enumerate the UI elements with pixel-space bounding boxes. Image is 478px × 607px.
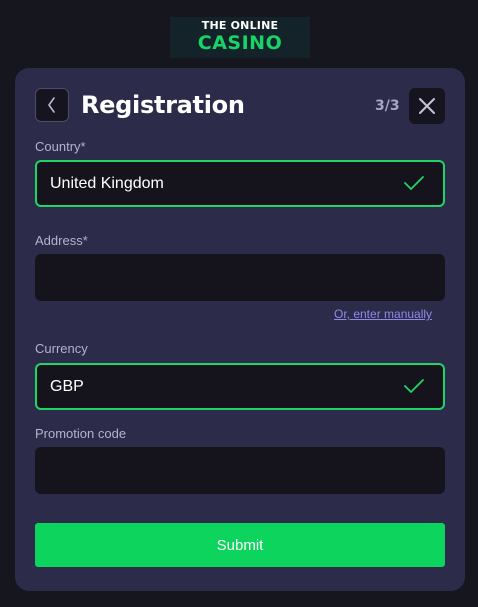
back-button[interactable]	[35, 88, 69, 122]
enter-manually-link[interactable]: Or, enter manually	[334, 307, 432, 321]
promotion-code-input[interactable]	[35, 447, 445, 494]
submit-button[interactable]: Submit	[35, 523, 445, 567]
casino-logo: THE ONLINE CASINO	[170, 17, 310, 58]
currency-select[interactable]: GBP	[35, 363, 445, 410]
chevron-left-icon	[48, 97, 55, 113]
currency-value: GBP	[50, 377, 84, 395]
country-value: United Kingdom	[50, 174, 164, 192]
address-input[interactable]	[35, 254, 445, 301]
logo-line-top: THE ONLINE	[201, 19, 279, 32]
currency-label: Currency	[35, 341, 88, 356]
country-label: Country*	[35, 139, 86, 154]
step-indicator: 3/3	[375, 98, 400, 114]
page-title: Registration	[81, 91, 245, 119]
address-label: Address*	[35, 233, 88, 248]
close-button[interactable]	[409, 88, 445, 124]
registration-card: Registration 3/3 Country* United Kingdom…	[15, 68, 465, 591]
close-icon	[419, 98, 435, 114]
country-select[interactable]: United Kingdom	[35, 160, 445, 207]
checkmark-icon	[404, 176, 424, 190]
checkmark-icon	[404, 379, 424, 393]
promotion-label: Promotion code	[35, 426, 127, 441]
logo-line-bottom: CASINO	[197, 32, 283, 54]
